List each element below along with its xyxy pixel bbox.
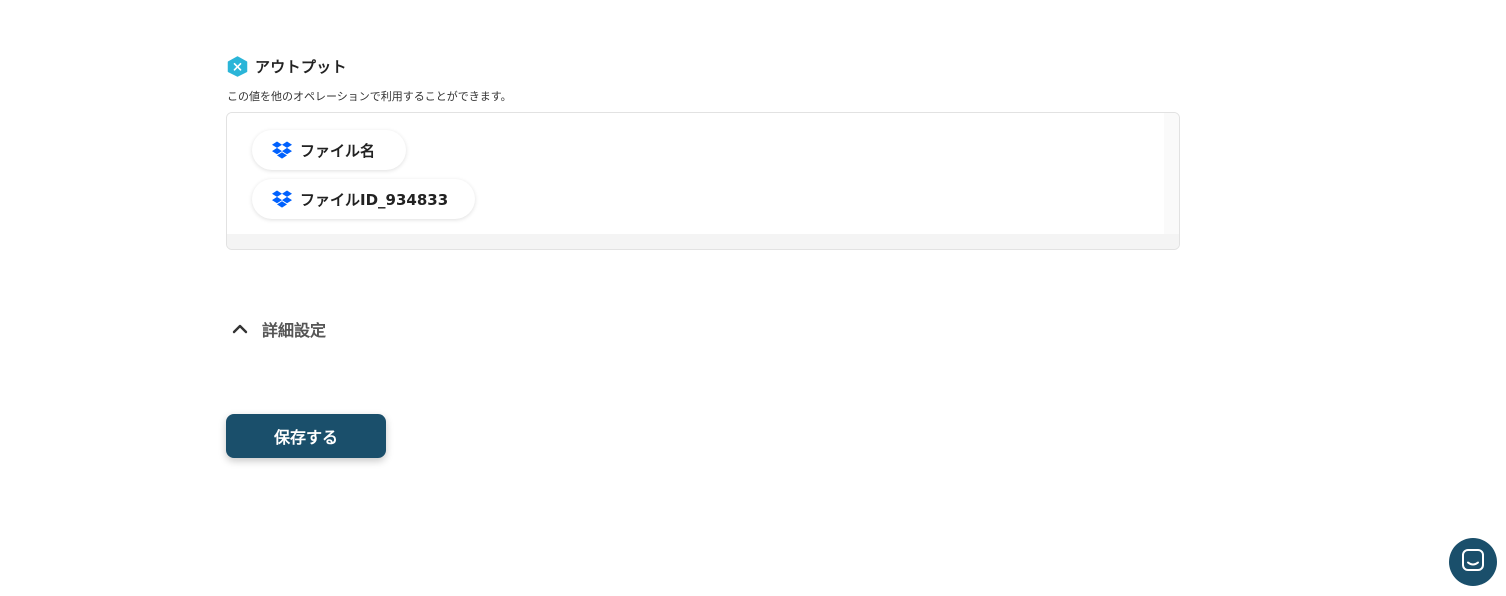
output-description: この値を他のオペレーションで利用することができます。 [227, 90, 512, 103]
output-header: アウトプット [227, 56, 347, 77]
page: アウトプット この値を他のオペレーションで利用することができます。 ファイル名 … [0, 0, 1506, 596]
save-button[interactable]: 保存する [226, 414, 386, 458]
output-item-label: ファイルID_934833 [300, 190, 449, 209]
output-item-label: ファイル名 [300, 141, 376, 160]
output-item-file-name[interactable]: ファイル名 [252, 130, 406, 170]
horizontal-scrollbar[interactable] [227, 234, 1179, 249]
hexagon-x-icon [227, 56, 248, 77]
output-list-viewport: ファイル名 ファイルID_934833 [227, 113, 1165, 235]
chat-launcher-button[interactable] [1449, 538, 1497, 586]
dropbox-icon [272, 141, 292, 159]
output-item-file-id[interactable]: ファイルID_934833 [252, 179, 475, 219]
advanced-settings-label: 詳細設定 [262, 321, 327, 340]
chevron-up-icon [230, 319, 250, 339]
output-title: アウトプット [255, 58, 347, 76]
vertical-scrollbar[interactable] [1164, 113, 1179, 235]
advanced-settings-toggle[interactable]: 詳細設定 [230, 317, 326, 341]
output-list: ファイル名 ファイルID_934833 [226, 112, 1180, 250]
dropbox-icon [272, 190, 292, 208]
chat-icon [1460, 547, 1486, 577]
